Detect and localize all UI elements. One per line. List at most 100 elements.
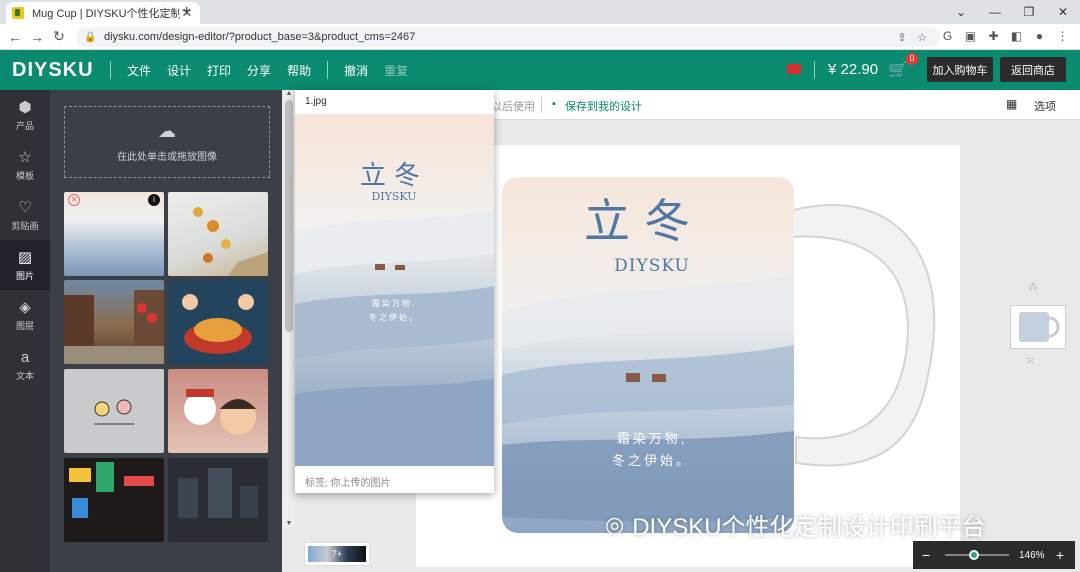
profile-avatar-icon[interactable]: ● <box>1028 29 1051 43</box>
watermark: ◎ DIYSKU个性化定制设计印刷平台 <box>605 507 986 542</box>
rail-label: 图层 <box>15 320 34 331</box>
zoom-slider-knob[interactable] <box>968 550 979 560</box>
info-icon[interactable]: i <box>148 194 160 206</box>
puzzle-icon[interactable]: ✚ <box>982 29 1005 43</box>
view-up-icon[interactable]: ⁂ <box>1028 282 1038 293</box>
cube-icon: ⬢ <box>18 98 32 116</box>
use-later-link[interactable]: 以后使用 <box>491 98 535 114</box>
divider <box>110 61 111 79</box>
menu-help[interactable]: 帮助 <box>279 62 319 79</box>
snowman-illustration <box>184 389 256 435</box>
product-view-thumb[interactable] <box>1010 305 1066 349</box>
mug-handle <box>789 204 936 467</box>
house-mark <box>652 374 666 382</box>
sidepanel-icon[interactable]: ◧ <box>1005 29 1028 43</box>
artwork-line1: 霜染万物, <box>617 431 688 446</box>
rail-label: 图片 <box>15 270 34 281</box>
maximize-button[interactable]: ❐ <box>1012 5 1046 19</box>
mug-preview: 立冬 DIYSKU 霜染万物, 冬之伊始。 <box>502 177 936 533</box>
window-controls: ⌄ — ❐ ✕ <box>944 0 1080 24</box>
night-city-photo <box>178 468 258 518</box>
color-swatch[interactable]: 7+ <box>304 542 370 566</box>
redo-button[interactable]: 重复 <box>376 62 416 79</box>
address-bar-row: ← → ↻ 🔒 diysku.com/design-editor/?produc… <box>0 24 1080 50</box>
menu-design[interactable]: 设计 <box>159 62 199 79</box>
library-image-thumb[interactable] <box>168 369 268 453</box>
price-label: ¥ 22.90 <box>828 61 879 78</box>
rail-item-images[interactable]: ▨ 图片 <box>0 240 50 290</box>
scroll-up-icon[interactable]: ▲ <box>283 90 295 97</box>
save-design-link[interactable]: 保存到我的设计 <box>565 98 642 114</box>
wechat-icon: ◎ <box>605 511 625 537</box>
library-image-thumb[interactable]: ✕ i <box>64 192 164 276</box>
new-tab-button[interactable]: + <box>182 3 198 21</box>
menu-share[interactable]: 分享 <box>239 62 279 79</box>
library-image-thumb[interactable] <box>64 280 164 364</box>
distant-hills <box>295 378 494 466</box>
preview-image: 立冬 DIYSKU 霜染万物, 冬之伊始。 <box>295 114 494 466</box>
preview-line2: 冬之伊始。 <box>369 312 419 322</box>
image-library-panel: ☁ 在此处单击或拖放图像 ✕ i <box>50 90 282 572</box>
back-icon[interactable]: ← <box>4 29 26 45</box>
autumn-leaves-illustration <box>193 207 268 276</box>
forward-icon[interactable]: → <box>26 29 48 45</box>
more-menu-icon[interactable]: ⋮ <box>1051 29 1074 43</box>
image-filename: 1.jpg <box>305 96 327 107</box>
tab-title: Mug Cup | DIYSKU个性化定制设 <box>32 8 180 20</box>
tool-rail: ⬢ 产品 ☆ 模板 ♡ 剪贴画 ▨ 图片 ◈ 图层 a 文本 <box>0 90 50 572</box>
heart-icon: ♡ <box>18 198 32 216</box>
zoom-slider[interactable] <box>945 550 1009 560</box>
artwork-brand: DIYSKU <box>614 256 690 276</box>
bookmark-star-icon[interactable]: ☆ <box>912 31 932 44</box>
view-down-icon[interactable]: ⁙ <box>1026 356 1034 367</box>
menu-file[interactable]: 文件 <box>119 62 159 79</box>
rail-item-templates[interactable]: ☆ 模板 <box>0 140 50 190</box>
zoom-out-button[interactable]: − <box>913 547 939 563</box>
scrollbar-thumb[interactable] <box>285 100 293 332</box>
options-button[interactable]: 选项 <box>1034 98 1056 114</box>
zoom-value: 146% <box>1019 549 1045 561</box>
address-input[interactable]: 🔒 diysku.com/design-editor/?product_base… <box>76 27 940 47</box>
zoom-in-button[interactable]: + <box>1047 547 1073 563</box>
mini-mug-icon <box>1019 312 1060 342</box>
upload-dropzone[interactable]: ☁ 在此处单击或拖放图像 <box>64 106 270 178</box>
library-image-thumb[interactable] <box>168 280 268 364</box>
app-header: DIYSKU 文件 设计 打印 分享 帮助 撤消 重复 ¥ 22.90 🛒 0 … <box>0 50 1080 90</box>
back-to-shop-button[interactable]: 返回商店 <box>1000 57 1066 82</box>
tab-search-icon[interactable]: ⌄ <box>944 5 978 19</box>
divider <box>541 97 542 113</box>
site-favicon-icon <box>12 7 24 19</box>
flag-icon[interactable] <box>787 64 801 74</box>
close-window-button[interactable]: ✕ <box>1046 5 1080 19</box>
cloud-upload-icon: ☁ <box>158 121 176 141</box>
diysku-logo[interactable]: DIYSKU <box>12 59 102 82</box>
image-extension-icon[interactable]: ▣ <box>959 29 982 43</box>
divider <box>327 61 329 79</box>
rail-item-clipart[interactable]: ♡ 剪贴画 <box>0 190 50 240</box>
browser-tab[interactable]: Mug Cup | DIYSKU个性化定制设 ✕ <box>6 2 200 24</box>
reload-icon[interactable]: ↻ <box>48 28 70 45</box>
scroll-down-icon[interactable]: ▼ <box>283 520 295 527</box>
rail-item-text[interactable]: a 文本 <box>0 340 50 390</box>
rail-item-product[interactable]: ⬢ 产品 <box>0 90 50 140</box>
library-scrollbar[interactable]: ▲ ▼ <box>283 90 295 527</box>
product-canvas[interactable]: 立冬 DIYSKU 霜染万物, 冬之伊始。 <box>416 145 960 567</box>
library-image-thumb[interactable] <box>168 192 268 276</box>
add-to-cart-button[interactable]: 加入购物车 <box>927 57 993 82</box>
minimize-button[interactable]: — <box>978 5 1012 19</box>
house-mark <box>375 264 385 270</box>
library-image-thumb[interactable] <box>64 458 164 542</box>
cart-icon[interactable]: 🛒 <box>888 60 908 80</box>
menu-print[interactable]: 打印 <box>199 62 239 79</box>
undo-button[interactable]: 撤消 <box>336 62 376 79</box>
share-icon[interactable]: ⇪ <box>892 31 912 44</box>
rail-item-layers[interactable]: ◈ 图层 <box>0 290 50 340</box>
library-image-thumb[interactable] <box>168 458 268 542</box>
extensions-area: G ▣ ✚ ◧ ● ⋮ <box>936 29 1074 43</box>
library-image-thumb[interactable] <box>64 369 164 453</box>
text-icon: a <box>20 348 30 366</box>
feast-illustration <box>182 294 254 354</box>
remove-image-icon[interactable]: ✕ <box>68 194 80 206</box>
qr-code-icon[interactable]: ▦ <box>1006 97 1017 111</box>
translate-icon[interactable]: G <box>936 29 959 43</box>
